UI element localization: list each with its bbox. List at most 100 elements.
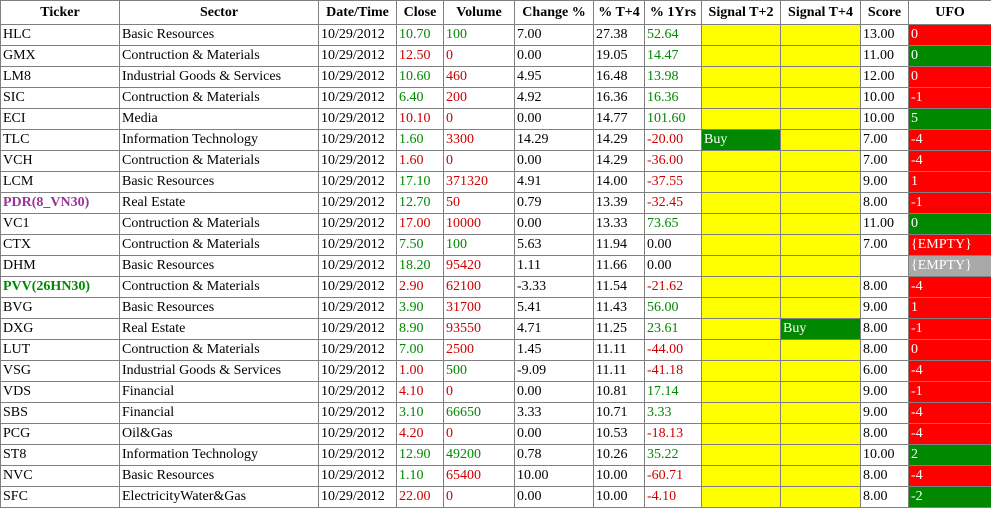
col-header-volume[interactable]: Volume — [443, 0, 515, 25]
cell-volume: 50 — [443, 192, 515, 214]
cell-ticker[interactable]: VCH — [0, 150, 120, 172]
table-row[interactable]: VSG Industrial Goods & Services 10/29/2012… — [0, 360, 991, 382]
cell-ticker[interactable]: VDS — [0, 381, 120, 403]
cell-1yrs-pct: 13.98 — [644, 66, 702, 88]
cell-ufo: -1 — [908, 381, 991, 403]
table-body: HLC Basic Resources 10/29/2012 10.70 100 7.00… — [0, 24, 991, 508]
col-header-date-time[interactable]: Date/Time — [318, 0, 397, 25]
col-header-ufo[interactable]: UFO — [908, 0, 991, 25]
col-header-ticker[interactable]: Ticker — [0, 0, 120, 25]
cell-ticker[interactable]: DXG — [0, 318, 120, 340]
cell-close: 6.40 — [396, 87, 444, 109]
cell-ticker[interactable]: LCM — [0, 171, 120, 193]
cell-ticker[interactable]: BVG — [0, 297, 120, 319]
cell-ticker[interactable]: VC1 — [0, 213, 120, 235]
cell-1yrs-pct: 52.64 — [644, 24, 702, 46]
table-row[interactable]: BVG Basic Resources 10/29/2012 3.90 31700 5.4… — [0, 297, 991, 319]
table-row[interactable]: SIC Contruction & Materials 10/29/2012 6.40… — [0, 87, 991, 109]
cell-1yrs-pct: 3.33 — [644, 402, 702, 424]
table-row[interactable]: TLC Information Technology 10/29/2012 1.60 3… — [0, 129, 991, 151]
cell-t4-pct: 11.11 — [593, 339, 645, 361]
table-row[interactable]: ECI Media 10/29/2012 10.10 0 0.00 14.77 101.60 1… — [0, 108, 991, 130]
cell-score: 10.00 — [860, 444, 909, 466]
cell-ticker[interactable]: ST8 — [0, 444, 120, 466]
table-row[interactable]: SFC ElectricityWater&Gas 10/29/2012 22.00 0 0… — [0, 486, 991, 508]
table-row[interactable]: PCG Oil&Gas 10/29/2012 4.20 0 0.00 10.53 -18.13… — [0, 423, 991, 445]
cell-signal-t4 — [780, 339, 861, 361]
cell-ticker[interactable]: NVC — [0, 465, 120, 487]
cell-1yrs-pct: -36.00 — [644, 150, 702, 172]
table-row[interactable]: PVV(26HN30) Contruction & Materials 10/29/… — [0, 276, 991, 298]
cell-ticker[interactable]: GMX — [0, 45, 120, 67]
cell-ticker[interactable]: PDR(8_VN30) — [0, 192, 120, 214]
cell-ticker[interactable]: HLC — [0, 24, 120, 46]
cell-date-time: 10/29/2012 — [318, 297, 397, 319]
cell-date-time: 10/29/2012 — [318, 213, 397, 235]
cell-t4-pct: 10.53 — [593, 423, 645, 445]
cell-close: 22.00 — [396, 486, 444, 508]
cell-date-time: 10/29/2012 — [318, 87, 397, 109]
cell-sector: Information Technology — [119, 129, 319, 151]
table-row[interactable]: LM8 Industrial Goods & Services 10/29/2012… — [0, 66, 991, 88]
cell-close: 1.60 — [396, 150, 444, 172]
cell-change-pct: -9.09 — [514, 360, 594, 382]
col-header-score[interactable]: Score — [860, 0, 909, 25]
table-row[interactable]: SBS Financial 10/29/2012 3.10 66650 3.33 10.71… — [0, 402, 991, 424]
cell-ticker[interactable]: PCG — [0, 423, 120, 445]
cell-close: 3.90 — [396, 297, 444, 319]
cell-ticker[interactable]: ECI — [0, 108, 120, 130]
cell-score: 8.00 — [860, 465, 909, 487]
cell-ticker[interactable]: LUT — [0, 339, 120, 361]
table-row[interactable]: DXG Real Estate 10/29/2012 8.90 93550 4.71 11.… — [0, 318, 991, 340]
table-row[interactable]: DHM Basic Resources 10/29/2012 18.20 95420 1.… — [0, 255, 991, 277]
cell-ticker[interactable]: DHM — [0, 255, 120, 277]
cell-ticker[interactable]: SFC — [0, 486, 120, 508]
cell-sector: ElectricityWater&Gas — [119, 486, 319, 508]
cell-signal-t2 — [701, 297, 781, 319]
col-header-t4-pct[interactable]: % T+4 — [593, 0, 645, 25]
table-row[interactable]: VDS Financial 10/29/2012 4.10 0 0.00 10.81 17.1… — [0, 381, 991, 403]
cell-date-time: 10/29/2012 — [318, 234, 397, 256]
cell-1yrs-pct: -60.71 — [644, 465, 702, 487]
cell-ticker[interactable]: SIC — [0, 87, 120, 109]
cell-ufo: 0 — [908, 213, 991, 235]
cell-t4-pct: 16.36 — [593, 87, 645, 109]
cell-date-time: 10/29/2012 — [318, 108, 397, 130]
cell-close: 1.10 — [396, 465, 444, 487]
cell-signal-t2 — [701, 192, 781, 214]
cell-signal-t4 — [780, 150, 861, 172]
table-row[interactable]: HLC Basic Resources 10/29/2012 10.70 100 7.00… — [0, 24, 991, 46]
table-row[interactable]: NVC Basic Resources 10/29/2012 1.10 65400 10.… — [0, 465, 991, 487]
cell-volume: 31700 — [443, 297, 515, 319]
table-row[interactable]: GMX Contruction & Materials 10/29/2012 12.5… — [0, 45, 991, 67]
cell-close: 10.60 — [396, 66, 444, 88]
cell-ticker[interactable]: LM8 — [0, 66, 120, 88]
cell-score: 11.00 — [860, 45, 909, 67]
cell-sector: Contruction & Materials — [119, 87, 319, 109]
cell-ticker[interactable]: PVV(26HN30) — [0, 276, 120, 298]
cell-volume: 10000 — [443, 213, 515, 235]
cell-ticker[interactable]: CTX — [0, 234, 120, 256]
cell-ticker[interactable]: TLC — [0, 129, 120, 151]
table-row[interactable]: ST8 Information Technology 10/29/2012 12.90… — [0, 444, 991, 466]
col-header-sector[interactable]: Sector — [119, 0, 319, 25]
table-row[interactable]: CTX Contruction & Materials 10/29/2012 7.50… — [0, 234, 991, 256]
cell-signal-t2 — [701, 108, 781, 130]
table-row[interactable]: VCH Contruction & Materials 10/29/2012 1.60… — [0, 150, 991, 172]
cell-ufo: 0 — [908, 339, 991, 361]
cell-t4-pct: 14.29 — [593, 129, 645, 151]
table-row[interactable]: LUT Contruction & Materials 10/29/2012 7.00… — [0, 339, 991, 361]
col-header-signal-t2[interactable]: Signal T+2 — [701, 0, 781, 25]
cell-ticker[interactable]: SBS — [0, 402, 120, 424]
table-row[interactable]: VC1 Contruction & Materials 10/29/2012 17.0… — [0, 213, 991, 235]
table-row[interactable]: PDR(8_VN30) Real Estate 10/29/2012 12.70 50 0… — [0, 192, 991, 214]
cell-volume: 500 — [443, 360, 515, 382]
col-header-1yrs-pct[interactable]: % 1Yrs — [644, 0, 702, 25]
cell-change-pct: 0.00 — [514, 423, 594, 445]
table-row[interactable]: LCM Basic Resources 10/29/2012 17.10 371320 4… — [0, 171, 991, 193]
col-header-close[interactable]: Close — [396, 0, 444, 25]
col-header-change-pct[interactable]: Change % — [514, 0, 594, 25]
cell-sector: Real Estate — [119, 192, 319, 214]
col-header-signal-t4[interactable]: Signal T+4 — [780, 0, 861, 25]
cell-ticker[interactable]: VSG — [0, 360, 120, 382]
